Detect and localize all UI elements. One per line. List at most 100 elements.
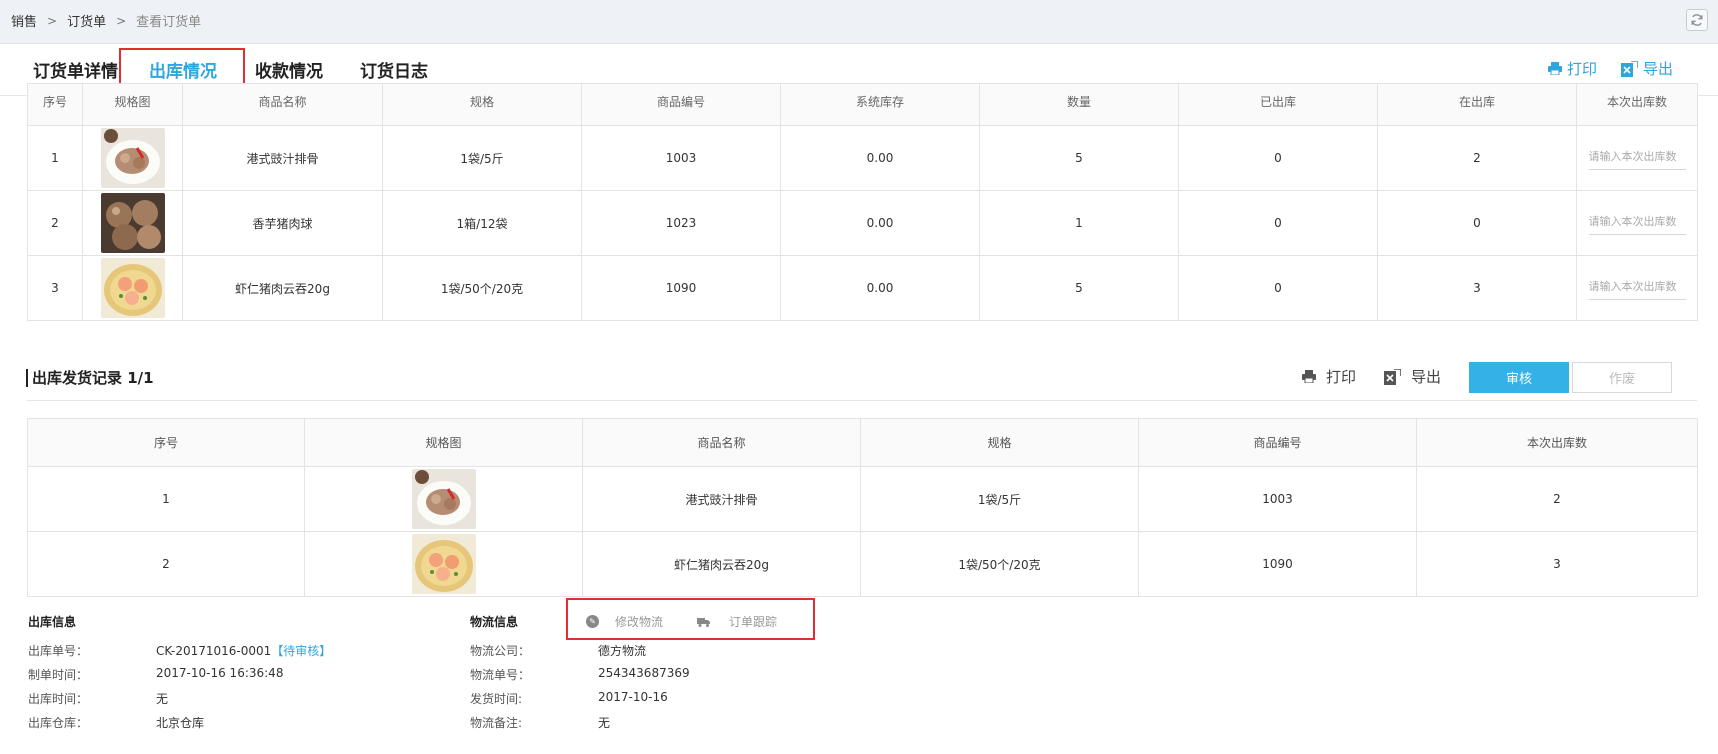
product-name: 香芋猪肉球 (182, 190, 383, 256)
breadcrumb-item-orders[interactable]: 订货单 (67, 11, 106, 30)
void-button[interactable]: 作废 (1572, 362, 1672, 393)
ship-time-value: 2017-10-16 (598, 690, 668, 704)
product-image (100, 193, 165, 253)
logistics-company-value: 德方物流 (598, 644, 647, 658)
audit-button[interactable]: 审核 (1469, 362, 1569, 393)
printer-icon (1302, 370, 1316, 383)
tab-payment[interactable]: 收款情况 (255, 57, 323, 82)
section-divider (27, 400, 1697, 401)
printer-icon (1548, 62, 1562, 75)
system-stock: 0.00 (780, 255, 980, 321)
product-image-cell (82, 190, 183, 256)
order-quantity: 5 (979, 125, 1179, 191)
outbound-time-label: 出库时间： (28, 692, 89, 706)
print-button[interactable]: 打印 (1548, 58, 1597, 79)
system-stock: 0.00 (780, 190, 980, 256)
column-header: 已出库 (1178, 83, 1378, 126)
warehouse-label: 出库仓库： (28, 716, 89, 730)
order-quantity: 5 (979, 255, 1179, 321)
product-image-cell (82, 255, 183, 321)
status-badge: 【待审核】 (271, 644, 332, 658)
outbound-qty-input[interactable] (1588, 276, 1686, 300)
product-image-cell (304, 531, 583, 597)
outbound-time-value: 无 (156, 692, 169, 706)
logistics-remark-value: 无 (598, 716, 611, 730)
row-number: 3 (27, 255, 83, 321)
product-image (411, 534, 476, 594)
warehouse-value: 北京仓库 (156, 716, 205, 730)
export-button[interactable]: 导出 (1621, 58, 1673, 79)
export-label: 导出 (1643, 60, 1674, 78)
table-row: 1 港式豉汁排骨 1袋/5斤 1003 2 (27, 466, 1698, 532)
system-stock: 0.00 (780, 125, 980, 191)
product-code: 1090 (581, 255, 781, 321)
chevron-right-icon: > (116, 13, 127, 28)
product-code: 1090 (1138, 531, 1417, 597)
outbound-qty-cell (1576, 190, 1698, 256)
record-print-button[interactable]: 打印 (1302, 366, 1356, 387)
highlight-box-logistics (566, 598, 815, 640)
shipped-quantity: 0 (1178, 255, 1378, 321)
refresh-icon (1691, 14, 1703, 26)
tab-order-details[interactable]: 订货单详情 (33, 57, 118, 82)
table-header-row: 序号 规格图 商品名称 规格 商品编号 系统库存 数量 已出库 在出库 本次出库… (27, 83, 1698, 126)
outbound-qty-input[interactable] (1588, 211, 1686, 235)
row-number: 1 (27, 466, 305, 532)
record-export-label: 导出 (1411, 368, 1442, 386)
product-code: 1003 (1138, 466, 1417, 532)
product-name: 港式豉汁排骨 (582, 466, 861, 532)
tracking-no-label: 物流单号： (470, 668, 531, 682)
record-section-title: 出库发货记录 1/1 (26, 369, 154, 387)
shipped-quantity: 0 (1178, 125, 1378, 191)
outbound-info-title: 出库信息 (28, 615, 77, 629)
product-spec: 1袋/50个/20克 (860, 531, 1139, 597)
outbound-qty-cell (1576, 125, 1698, 191)
column-header: 本次出库数 (1576, 83, 1698, 126)
row-number: 1 (27, 125, 83, 191)
product-image (100, 258, 165, 318)
tab-order-log[interactable]: 订货日志 (360, 57, 428, 82)
column-header: 规格图 (82, 83, 183, 126)
product-code: 1003 (581, 125, 781, 191)
order-no: CK-20171016-0001 (156, 644, 272, 658)
product-image (411, 469, 476, 529)
outbound-qty-cell (1576, 255, 1698, 321)
column-header: 规格图 (304, 418, 583, 467)
column-header: 商品名称 (182, 83, 383, 126)
product-name: 虾仁猪肉云吞20g (582, 531, 861, 597)
product-code: 1023 (581, 190, 781, 256)
table-row: 1 港式豉汁排骨 1袋/5斤 1003 0.00 5 0 2 (27, 125, 1698, 191)
column-header: 系统库存 (780, 83, 980, 126)
refresh-button[interactable] (1686, 9, 1708, 31)
record-export-button[interactable]: 导出 (1384, 366, 1441, 387)
table-row: 2 虾仁猪肉云吞20g 1袋/50个/20克 1090 3 (27, 531, 1698, 597)
product-spec: 1袋/5斤 (860, 466, 1139, 532)
column-header: 规格 (382, 83, 582, 126)
product-name: 虾仁猪肉云吞20g (182, 255, 383, 321)
table-header-row: 序号 规格图 商品名称 规格 商品编号 本次出库数 (27, 418, 1698, 467)
shipping-quantity: 0 (1377, 190, 1577, 256)
product-image-cell (82, 125, 183, 191)
column-header: 商品编号 (581, 83, 781, 126)
logistics-remark-label: 物流备注: (470, 716, 523, 730)
breadcrumb-bar: 销售 > 订货单 > 查看订货单 (0, 0, 1718, 44)
outbound-count: 2 (1416, 466, 1698, 532)
export-icon (1621, 60, 1638, 77)
column-header: 序号 (27, 83, 83, 126)
chevron-right-icon: > (47, 13, 58, 28)
outbound-qty-input[interactable] (1588, 146, 1686, 170)
shipping-quantity: 2 (1377, 125, 1577, 191)
column-header: 商品编号 (1138, 418, 1417, 467)
row-number: 2 (27, 531, 305, 597)
logistics-info-title: 物流信息 (470, 615, 519, 629)
row-number: 2 (27, 190, 83, 256)
product-spec: 1袋/50个/20克 (382, 255, 582, 321)
column-header: 序号 (27, 418, 305, 467)
order-no-value: CK-20171016-0001【待审核】 (156, 642, 331, 659)
created-time-value: 2017-10-16 16:36:48 (156, 666, 284, 680)
product-spec: 1箱/12袋 (382, 190, 582, 256)
record-print-label: 打印 (1326, 368, 1357, 386)
breadcrumb-item-sales[interactable]: 销售 (11, 11, 37, 30)
product-spec: 1袋/5斤 (382, 125, 582, 191)
column-header: 数量 (979, 83, 1179, 126)
